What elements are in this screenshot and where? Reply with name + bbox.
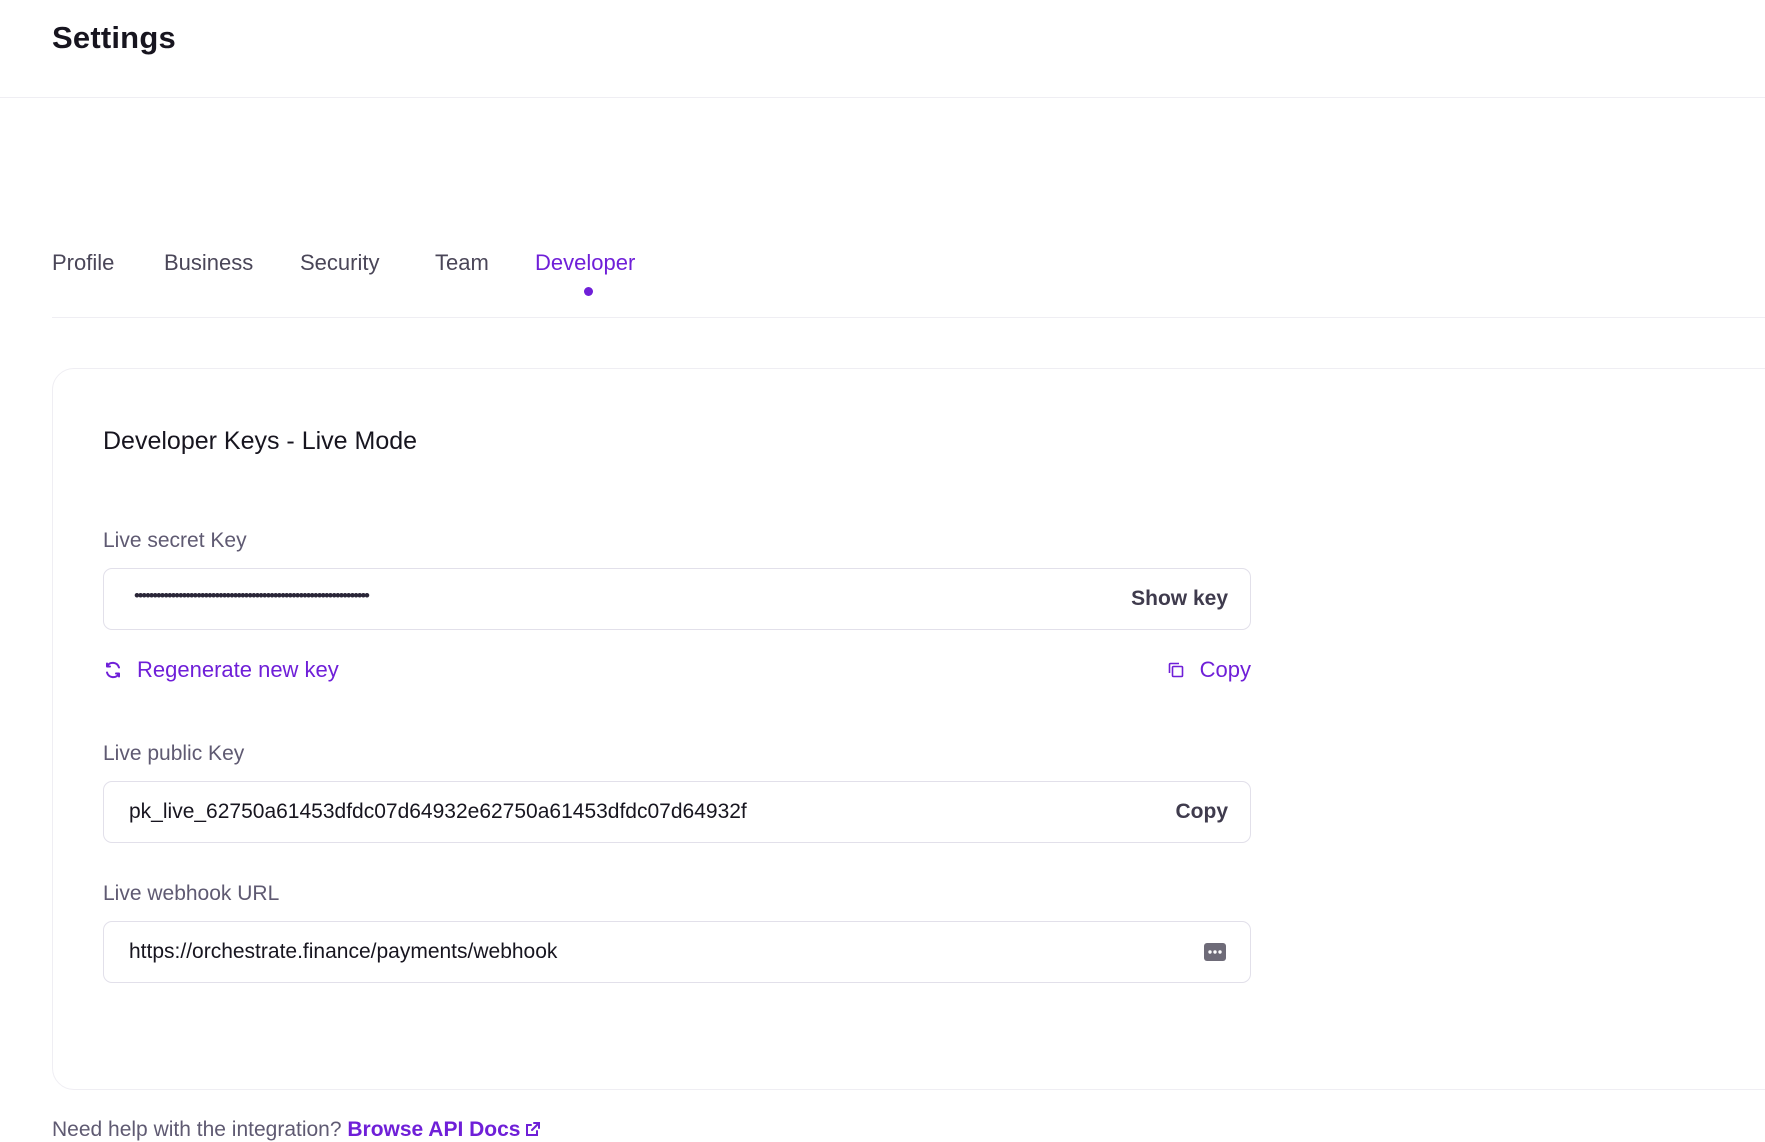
secret-key-actions: Regenerate new key Copy [103, 655, 1251, 685]
tab-business[interactable]: Business [164, 250, 253, 276]
copy-public-key-button[interactable]: Copy [1176, 782, 1229, 842]
tab-profile[interactable]: Profile [52, 250, 114, 276]
copy-secret-key-button[interactable]: Copy [1166, 655, 1251, 685]
settings-tabs: Profile Business Security Team Developer [52, 232, 1765, 318]
active-tab-indicator [584, 287, 593, 296]
developer-keys-card: Developer Keys - Live Mode Live secret K… [52, 368, 1765, 1090]
regenerate-key-button[interactable]: Regenerate new key [103, 655, 339, 685]
browse-api-docs-link[interactable]: Browse API Docs [347, 1118, 542, 1141]
tab-security[interactable]: Security [300, 250, 379, 276]
tab-team[interactable]: Team [435, 250, 489, 276]
help-prompt: Need help with the integration? [52, 1118, 342, 1141]
webhook-url-value: https://orchestrate.finance/payments/web… [129, 940, 558, 963]
refresh-icon [106, 661, 120, 679]
tab-developer[interactable]: Developer [535, 250, 635, 276]
external-link-icon [526, 1122, 541, 1136]
regenerate-key-label: Regenerate new key [137, 657, 339, 682]
webhook-url-label: Live webhook URL [103, 882, 280, 905]
browse-api-docs-label: Browse API Docs [347, 1118, 521, 1141]
public-key-field[interactable]: pk_live_62750a61453dfdc07d64932e62750a61… [103, 781, 1251, 843]
more-icon[interactable] [1204, 941, 1226, 963]
page-title: Settings [52, 20, 176, 55]
settings-page: Settings Profile Business Security Team … [0, 0, 1765, 1142]
card-title: Developer Keys - Live Mode [103, 427, 418, 455]
page-header: Settings [0, 0, 1765, 98]
webhook-url-field[interactable]: https://orchestrate.finance/payments/web… [103, 921, 1251, 983]
public-key-value: pk_live_62750a61453dfdc07d64932e62750a61… [129, 800, 747, 823]
secret-key-value: ••••••••••••••••••••••••••••••••••••••••… [134, 586, 370, 605]
copy-icon [1168, 662, 1183, 678]
secret-key-label: Live secret Key [103, 529, 247, 552]
secret-key-field[interactable]: ••••••••••••••••••••••••••••••••••••••••… [103, 568, 1251, 630]
help-text: Need help with the integration? Browse A… [52, 1118, 542, 1142]
public-key-label: Live public Key [103, 742, 245, 765]
copy-secret-key-label: Copy [1199, 657, 1251, 682]
show-key-button[interactable]: Show key [1131, 569, 1228, 629]
